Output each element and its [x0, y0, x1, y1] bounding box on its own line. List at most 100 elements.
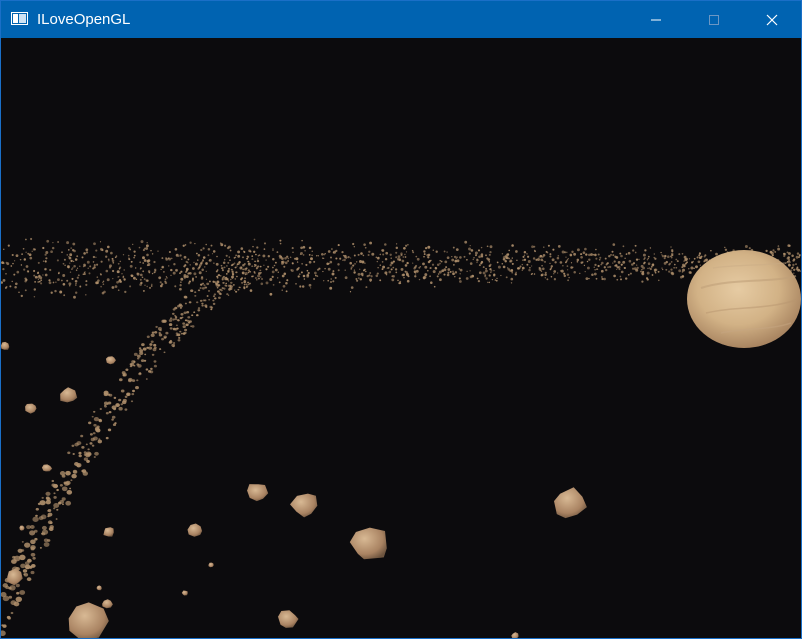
asteroid-particle [187, 316, 191, 319]
asteroid-particle [540, 269, 542, 272]
asteroid-particle [93, 423, 97, 427]
asteroid-particle [202, 256, 206, 259]
asteroid-particle [122, 373, 126, 377]
maximize-button[interactable] [685, 1, 743, 38]
asteroid-particle [35, 514, 38, 517]
asteroid-particle [557, 245, 561, 248]
asteroid-particle [112, 277, 114, 280]
asteroid-particle [2, 624, 7, 628]
asteroid-particle [451, 258, 455, 262]
asteroid-particle [458, 268, 461, 270]
asteroid-particle [166, 277, 168, 279]
asteroid-particle [198, 271, 202, 275]
asteroid-particle [195, 314, 199, 317]
asteroid-particle [49, 521, 53, 525]
asteroid-particle [42, 246, 45, 250]
asteroid-particle [261, 278, 263, 280]
asteroid-particle [329, 286, 333, 290]
asteroid-particle [46, 239, 50, 243]
asteroid-particle [57, 272, 60, 275]
asteroid-particle [598, 258, 601, 261]
asteroid-rock [208, 562, 214, 568]
asteroid-particle [404, 244, 408, 247]
asteroid-particle [316, 275, 319, 278]
asteroid-particle [25, 278, 28, 282]
asteroid-rock [181, 590, 188, 596]
asteroid-particle [45, 257, 48, 260]
asteroid-particle [683, 255, 687, 259]
asteroid-particle [362, 254, 365, 257]
asteroid-particle [377, 256, 380, 259]
asteroid-particle [160, 268, 162, 271]
asteroid-particle [526, 255, 530, 258]
asteroid-particle [514, 273, 517, 276]
asteroid-particle [492, 274, 496, 277]
asteroid-particle [63, 258, 66, 261]
asteroid-particle [272, 257, 275, 261]
asteroid-particle [105, 436, 109, 440]
asteroid-particle [330, 248, 333, 250]
opengl-viewport[interactable] [1, 38, 801, 638]
asteroid-particle [595, 277, 598, 280]
asteroid-particle [632, 262, 636, 265]
asteroid-particle [392, 275, 395, 278]
asteroid-particle [332, 280, 335, 283]
asteroid-particle [286, 279, 289, 282]
asteroid-rock [511, 632, 519, 638]
asteroid-particle [550, 265, 554, 268]
asteroid-particle [431, 263, 435, 266]
asteroid-particle [643, 261, 646, 264]
asteroid-particle [585, 253, 588, 256]
asteroid-particle [482, 266, 485, 269]
asteroid-particle [265, 281, 269, 285]
asteroid-particle [68, 282, 72, 286]
asteroid-particle [150, 333, 155, 337]
asteroid-particle [533, 249, 536, 252]
asteroid-particle [678, 269, 682, 273]
asteroid-particle [528, 268, 531, 272]
asteroid-particle [133, 276, 136, 280]
close-button[interactable] [743, 1, 801, 38]
asteroid-particle [174, 316, 178, 319]
asteroid-particle [26, 525, 31, 530]
asteroid-particle [85, 280, 88, 283]
asteroid-particle [347, 255, 350, 259]
asteroid-particle [397, 279, 399, 282]
asteroid-particle [309, 287, 312, 289]
asteroid-rock [187, 523, 203, 537]
asteroid-particle [205, 243, 207, 246]
asteroid-particle [783, 254, 786, 258]
asteroid-particle [485, 267, 488, 270]
asteroid-particle [414, 273, 417, 275]
asteroid-particle [40, 282, 43, 285]
asteroid-particle [73, 249, 76, 253]
asteroid-particle [209, 305, 213, 309]
asteroid-particle [791, 254, 794, 257]
asteroid-particle [83, 252, 86, 255]
asteroid-particle [243, 279, 246, 282]
asteroid-particle [284, 261, 288, 265]
asteroid-particle [573, 271, 576, 274]
asteroid-particle [183, 275, 187, 279]
asteroid-particle [795, 263, 797, 265]
title-bar[interactable]: ILoveOpenGL [1, 1, 801, 38]
asteroid-particle [142, 270, 145, 273]
asteroid-particle [173, 263, 176, 266]
asteroid-particle [533, 273, 536, 275]
asteroid-particle [504, 259, 507, 263]
asteroid-particle [175, 332, 179, 335]
asteroid-particle [61, 251, 63, 254]
asteroid-particle [1, 281, 4, 284]
asteroid-particle [487, 258, 491, 261]
minimize-button[interactable] [627, 1, 685, 38]
asteroid-particle [145, 378, 148, 380]
asteroid-particle [111, 257, 114, 260]
asteroid-particle [161, 265, 165, 269]
asteroid-particle [406, 261, 409, 265]
asteroid-particle [265, 259, 267, 261]
asteroid-particle [427, 260, 431, 264]
asteroid-particle [206, 282, 210, 286]
asteroid-particle [217, 284, 221, 287]
asteroid-particle [623, 267, 626, 269]
asteroid-particle [62, 503, 64, 506]
